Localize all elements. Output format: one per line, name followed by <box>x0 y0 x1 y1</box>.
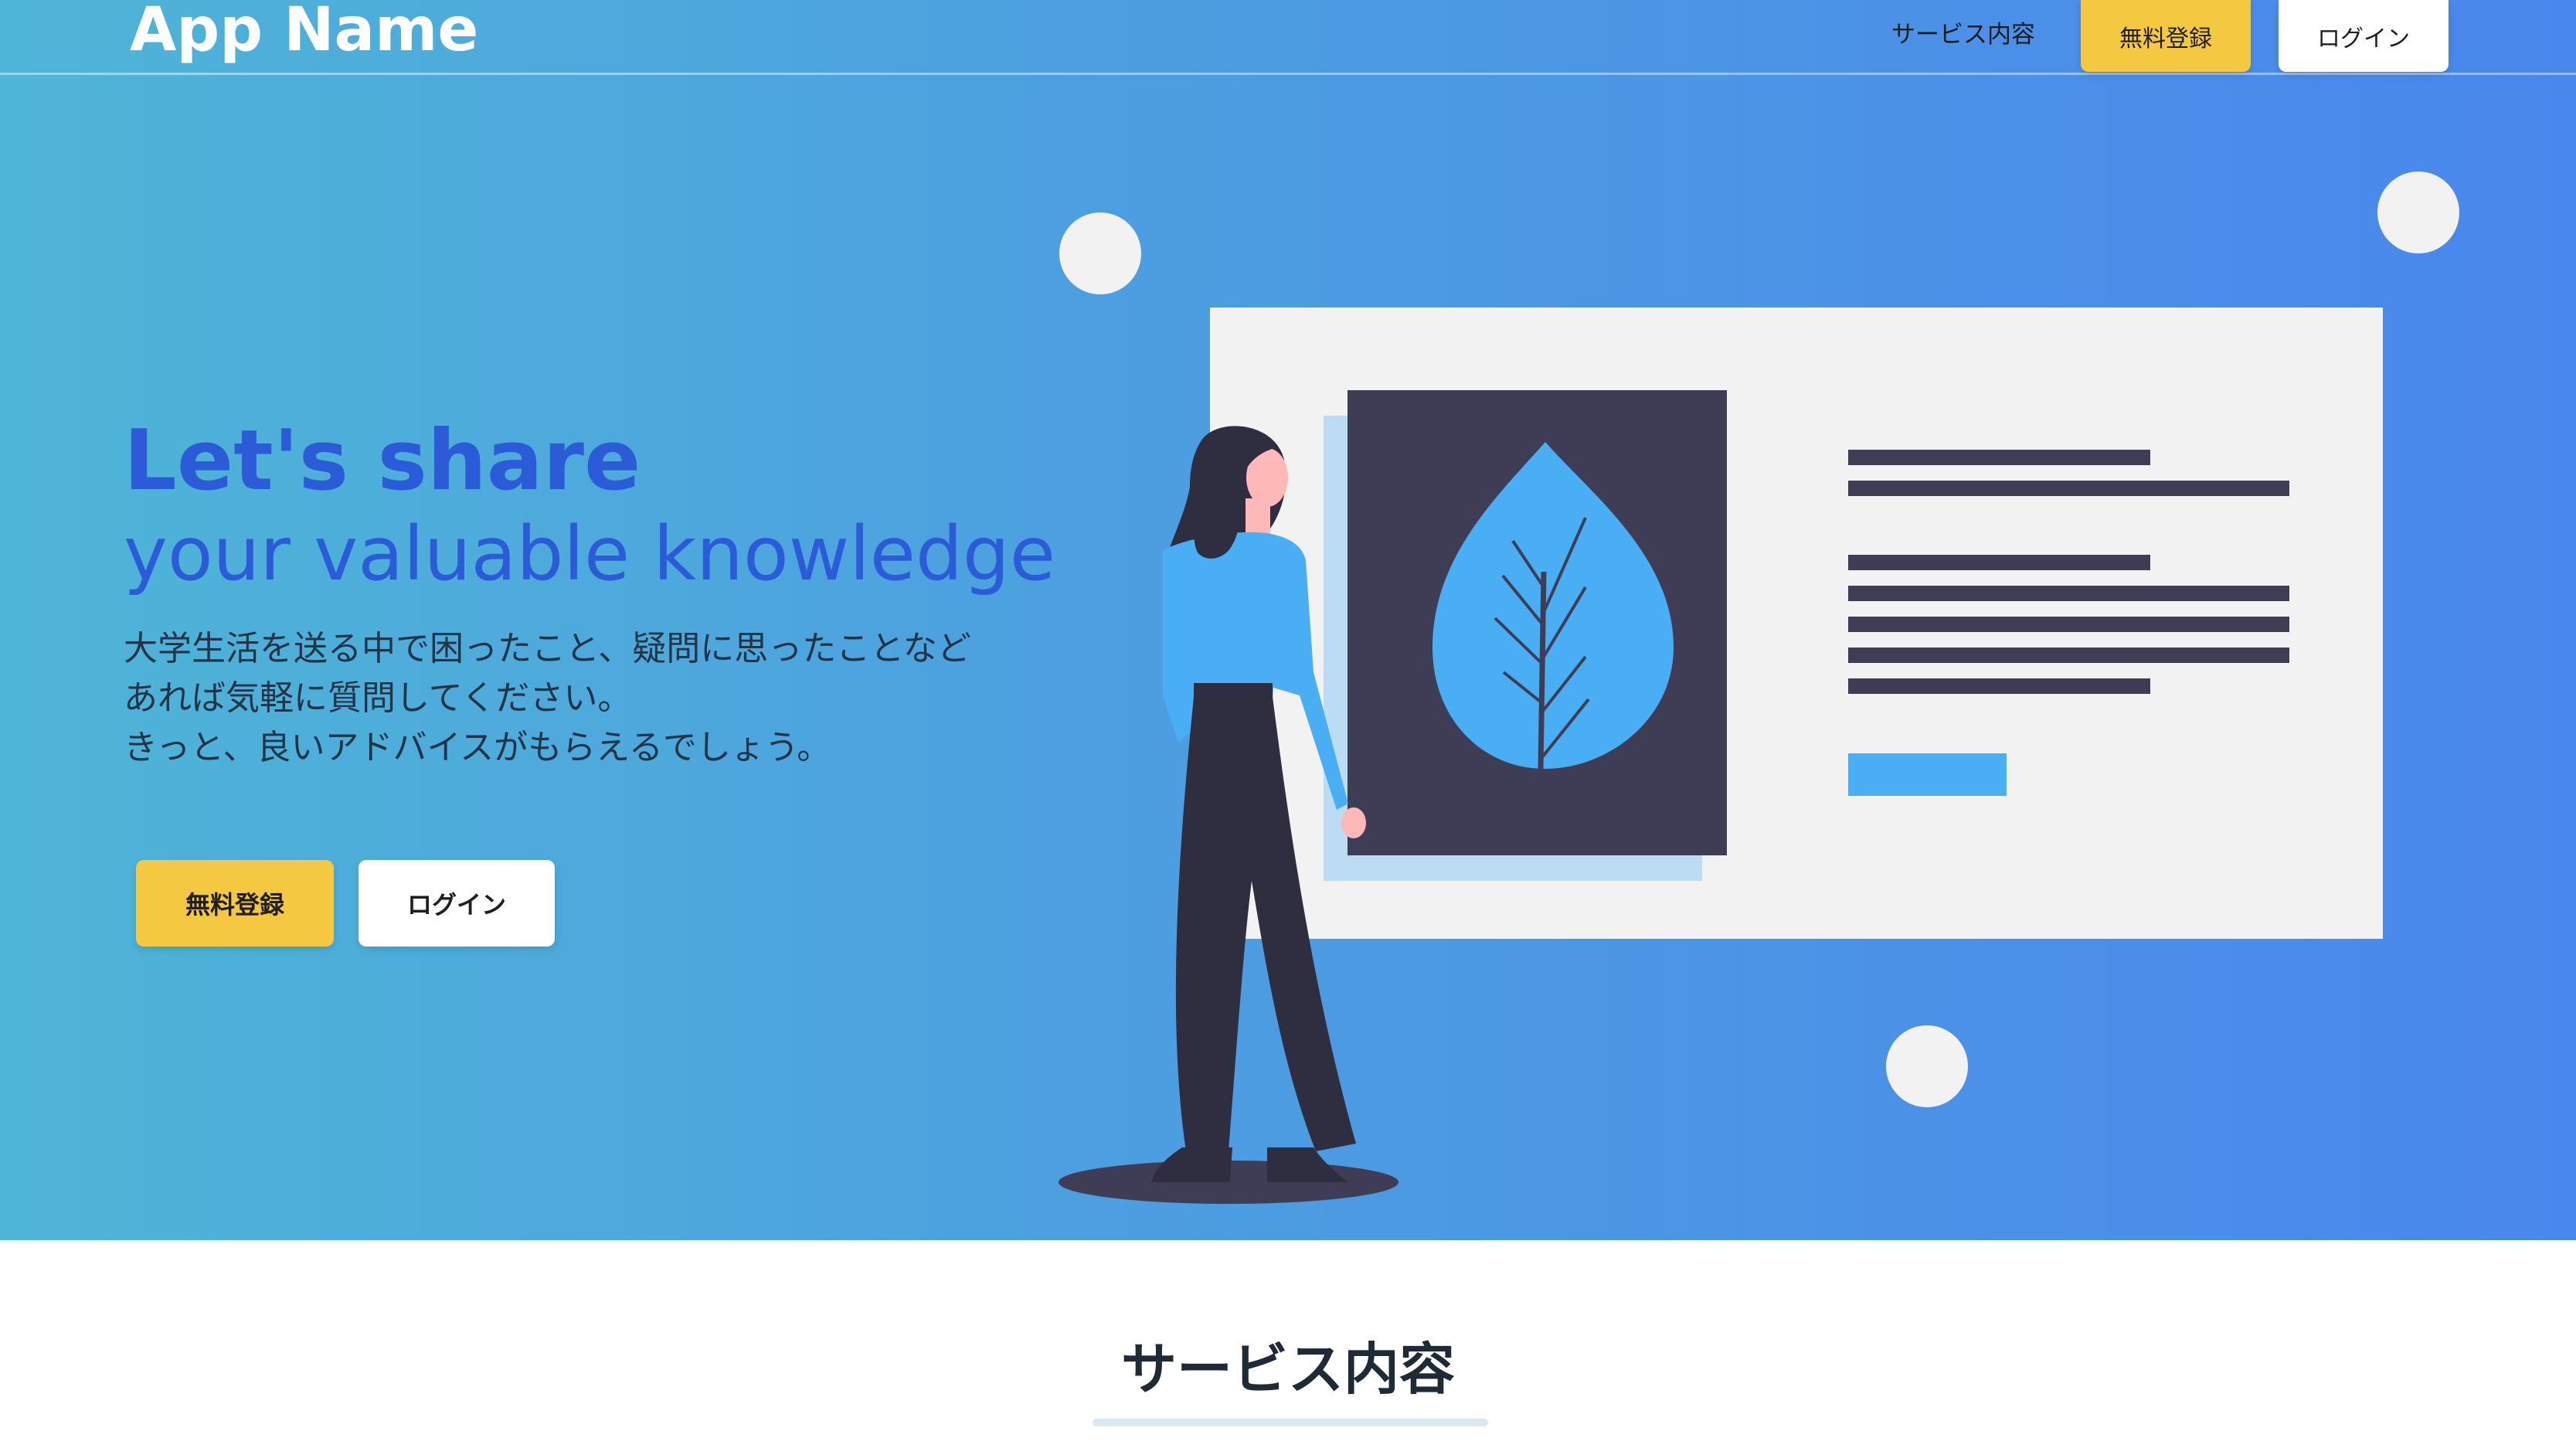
board-accent-bar <box>1848 753 2007 796</box>
decor-circle-icon <box>2377 172 2459 253</box>
section-title-underline <box>1093 1419 1488 1426</box>
hero-illustration <box>1059 172 2459 1204</box>
section-title-service: サービス内容 <box>1120 1337 1455 1402</box>
hero-section: App Name サービス内容 無料登録 ログイン Let's share yo… <box>0 0 2576 1240</box>
decor-circle-icon <box>1059 212 1141 294</box>
decor-circle-icon <box>1886 1025 1968 1107</box>
